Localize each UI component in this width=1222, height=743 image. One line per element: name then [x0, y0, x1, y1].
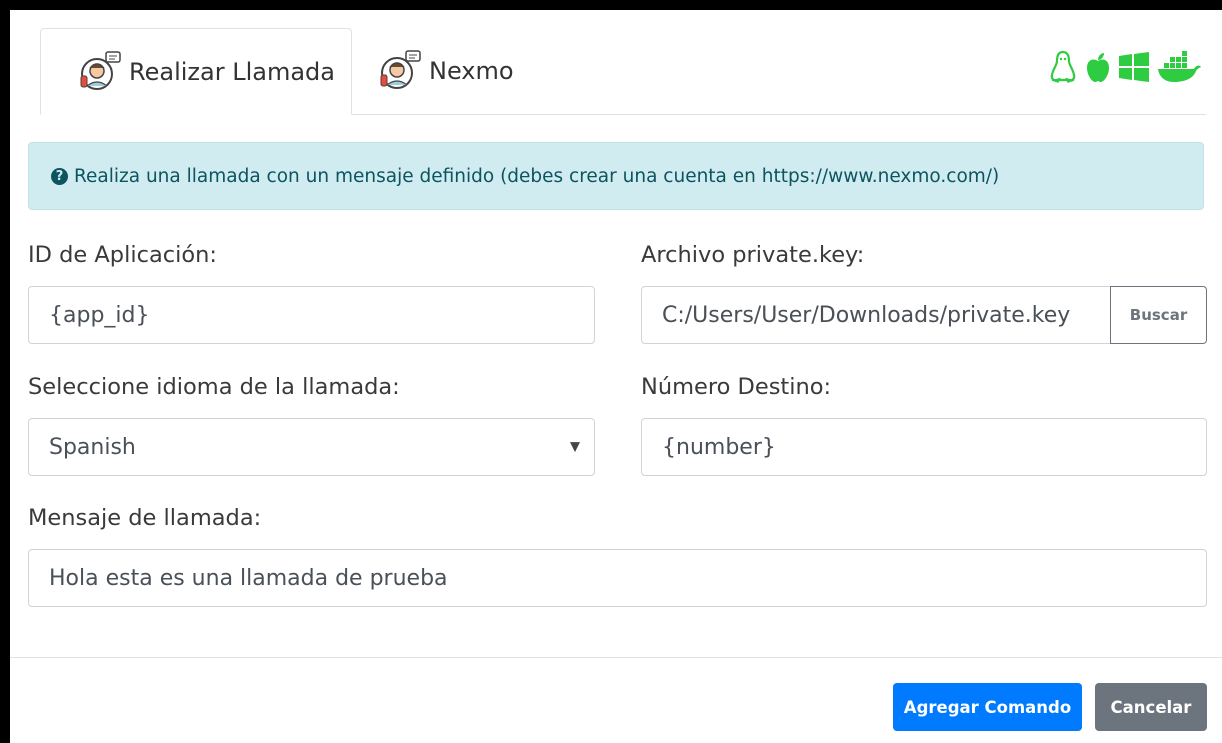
message-input[interactable]: Hola esta es una llamada de prueba	[28, 549, 1207, 607]
docker-icon	[1158, 51, 1201, 82]
caret-down-icon: ▼	[570, 439, 580, 455]
tab-label: Nexmo	[429, 57, 514, 85]
os-icons	[1048, 50, 1202, 84]
tab-bar: Realizar Llamada Nexmo	[40, 28, 1206, 115]
message-value: Hola esta es una llamada de prueba	[49, 565, 448, 591]
app-id-label: ID de Aplicación:	[28, 242, 217, 268]
private-key-label: Archivo private.key:	[641, 242, 865, 268]
call-agent-icon	[380, 50, 421, 89]
language-value: Spanish	[49, 434, 136, 460]
browse-button[interactable]: Buscar	[1110, 286, 1207, 344]
apple-icon	[1087, 53, 1109, 82]
private-key-group: C:/Users/User/Downloads/private.key Busc…	[641, 286, 1207, 344]
private-key-value: C:/Users/User/Downloads/private.key	[662, 302, 1071, 328]
cancel-button[interactable]: Cancelar	[1095, 683, 1207, 731]
linux-icon	[1050, 50, 1076, 83]
tab-realizar-llamada[interactable]: Realizar Llamada	[40, 28, 352, 115]
app-id-value: {app_id}	[49, 302, 150, 328]
question-circle-icon: ?	[51, 167, 68, 185]
language-select[interactable]: Spanish ▼	[28, 418, 595, 476]
app-id-input[interactable]: {app_id}	[28, 286, 595, 344]
language-label: Seleccione idioma de la llamada:	[28, 374, 400, 400]
call-agent-icon	[80, 50, 121, 90]
destination-label: Número Destino:	[641, 374, 832, 400]
private-key-input[interactable]: C:/Users/User/Downloads/private.key	[641, 286, 1111, 344]
dialog: Realizar Llamada Nexmo ? Realiza una lla…	[10, 10, 1222, 743]
alert-text: Realiza una llamada con un mensaje defin…	[74, 165, 1000, 187]
footer-divider	[10, 657, 1222, 658]
add-command-button[interactable]: Agregar Comando	[893, 683, 1082, 731]
destination-input[interactable]: {number}	[641, 418, 1207, 476]
message-label: Mensaje de llamada:	[28, 505, 262, 531]
info-alert: ? Realiza una llamada con un mensaje def…	[28, 142, 1204, 210]
destination-value: {number}	[662, 434, 776, 460]
windows-icon	[1119, 52, 1149, 82]
tab-nexmo[interactable]: Nexmo	[375, 28, 575, 114]
tab-label: Realizar Llamada	[129, 57, 335, 86]
